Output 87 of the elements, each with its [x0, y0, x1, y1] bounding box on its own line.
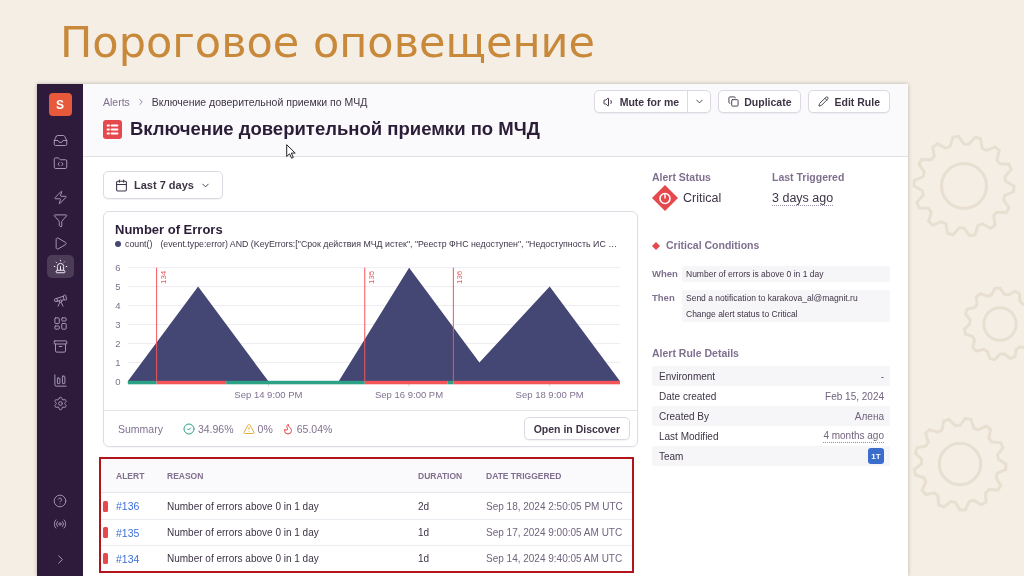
table-cell: Number of errors above 0 in 1 day: [167, 500, 319, 512]
play-icon: [52, 236, 68, 251]
help-icon: [53, 493, 67, 508]
summary-label: Summary: [118, 422, 163, 435]
team-badge: 1T: [868, 448, 884, 464]
alert-link[interactable]: #136: [116, 500, 140, 512]
archive-icon: [52, 339, 68, 354]
detail-label: Environment: [659, 370, 716, 382]
table-cell: Sep 17, 2024 9:00:05 AM UTC: [486, 527, 623, 538]
axis-tick-label: 5: [115, 281, 121, 293]
table-cell: Sep 18, 2024 2:50:05 PM UTC: [486, 500, 623, 512]
slide-title: Пороговое оповещение: [60, 17, 595, 67]
condition-label: Then: [652, 291, 675, 305]
settings-icon: [52, 396, 68, 411]
edit-button[interactable]: Edit Rule: [808, 90, 890, 113]
column-header: REASON: [167, 470, 204, 481]
table-cell: 1d: [418, 553, 430, 564]
last-triggered-label: Last Triggered: [772, 171, 845, 184]
org-avatar[interactable]: S: [48, 93, 72, 116]
telescope-icon: [52, 293, 68, 308]
dashboard-icon: [52, 316, 68, 331]
table-cell: 1d: [418, 527, 430, 538]
funnel-icon: [52, 213, 68, 228]
open-in-discover-button[interactable]: Open in Discover: [523, 417, 630, 440]
calendar-icon: [115, 178, 128, 192]
condition-text: Change alert status to Critical: [682, 306, 890, 322]
breadcrumb-current: Включение доверительной приемки по МЧД: [151, 95, 368, 108]
detail-value: Алена: [854, 410, 884, 422]
status-label: Alert Status: [652, 171, 711, 184]
inbox-icon: [52, 133, 68, 148]
marker-label: 135: [366, 270, 376, 285]
axis-tick-label: Sep 16 9:00 PM: [375, 389, 444, 400]
marker-label: 136: [455, 270, 465, 285]
axis-tick-label: 1: [115, 356, 121, 368]
page-title: Включение доверительной приемки по МЧД: [130, 118, 540, 140]
query-text: (event.type:error) AND (KeyErrors:["Срок действия МЧД истек", "Реестр ФНС недоступен", "Недоступность ИС …: [160, 239, 617, 249]
condition-text: Send a notification to karakova_al@magnit.ru: [682, 290, 890, 306]
detail-label: Date created: [659, 390, 717, 402]
summary-value: 34.96%: [197, 422, 234, 435]
alert-link[interactable]: #134: [116, 552, 140, 565]
breadcrumb-link[interactable]: Alerts: [103, 95, 130, 108]
copy-icon: [728, 96, 740, 107]
lightning-icon: [52, 190, 68, 205]
chart-title: Number of Errors: [115, 222, 223, 238]
axis-tick-label: Sep 14 9:00 PM: [234, 389, 303, 400]
summary-value: 65.04%: [296, 422, 333, 435]
siren-icon: [52, 259, 68, 274]
column-header: DATE TRIGGERED: [486, 470, 562, 481]
section-title: Alert Rule Details: [652, 347, 739, 360]
dropdown-toggle[interactable]: [687, 90, 712, 113]
axis-tick-label: 3: [115, 319, 121, 330]
list-icon: [103, 119, 122, 139]
condition-text: Number of errors is above 0 in 1 day: [682, 266, 890, 282]
detail-value: 4 months ago: [823, 429, 884, 443]
alert-link[interactable]: #135: [116, 526, 140, 539]
axis-tick-label: 4: [115, 300, 121, 312]
table-cell: 2d: [418, 500, 430, 512]
broadcast-icon: [53, 516, 67, 531]
series-name: count(): [125, 239, 153, 249]
table-cell: Number of errors above 0 in 1 day: [167, 527, 319, 538]
last-triggered-value: 3 days ago: [772, 190, 834, 206]
duplicate-button[interactable]: Duplicate: [718, 90, 802, 113]
detail-value: -: [880, 370, 884, 382]
code-folder-icon: [52, 156, 68, 171]
status-value: Critical: [683, 191, 722, 205]
detail-value: Feb 15, 2024: [825, 390, 884, 402]
detail-label: Team: [659, 450, 684, 462]
axis-tick-label: 2: [115, 337, 121, 349]
bar-chart-icon: [52, 373, 68, 388]
detail-label: Last Modified: [659, 430, 719, 442]
column-header: DURATION: [418, 470, 463, 481]
table-cell: Number of errors above 0 in 1 day: [167, 553, 319, 564]
axis-tick-label: 6: [115, 262, 121, 274]
condition-label: When: [652, 267, 678, 281]
axis-tick-label: 0: [115, 375, 121, 387]
table-cell: Sep 14, 2024 9:40:05 AM UTC: [486, 553, 623, 564]
speaker-icon: [602, 95, 615, 108]
column-header: ALERT: [116, 470, 145, 481]
pencil-icon: [818, 96, 830, 107]
mute-button[interactable]: Mute for me: [593, 90, 689, 113]
sidebar-item[interactable]: [46, 255, 74, 278]
summary-value: 0%: [257, 422, 273, 435]
date-range-dropdown[interactable]: Last 7 days: [103, 171, 223, 199]
section-title: Critical Conditions: [666, 239, 760, 252]
detail-label: Created By: [659, 410, 710, 422]
marker-label: 134: [158, 270, 168, 285]
axis-tick-label: Sep 18 9:00 PM: [515, 389, 584, 400]
